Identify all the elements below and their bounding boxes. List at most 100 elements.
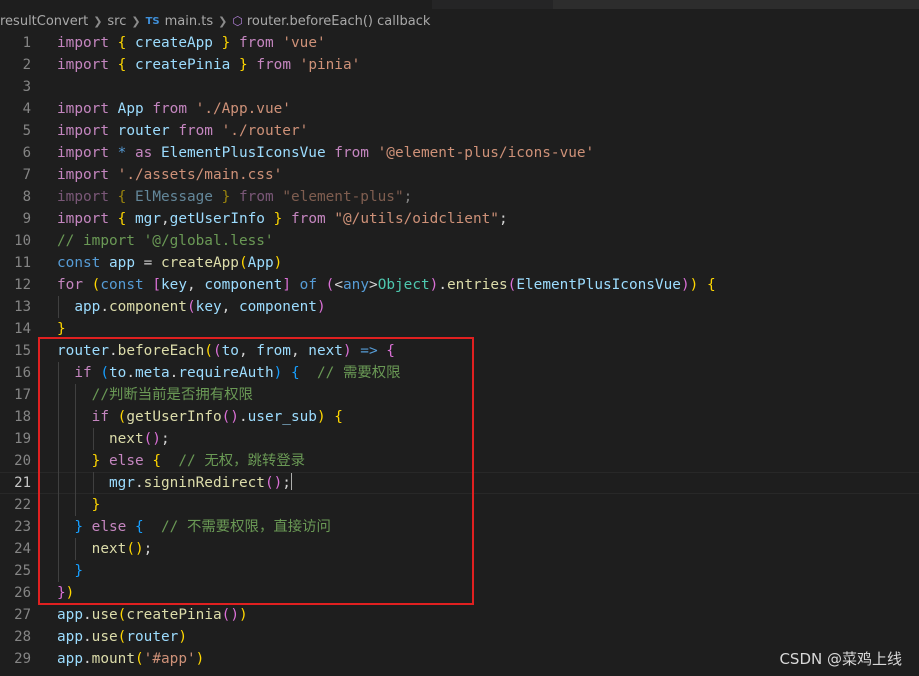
code-line[interactable]: 20 } else { // 无权，跳转登录	[0, 450, 919, 472]
code-line[interactable]: 4 import App from './App.vue'	[0, 98, 919, 120]
code-token: .	[126, 365, 135, 381]
breadcrumb-file[interactable]: TS main.ts	[146, 14, 214, 29]
code-line[interactable]: 2 import { createPinia } from 'pinia'	[0, 54, 919, 76]
code-line[interactable]: 6 import * as ElementPlusIconsVue from '@…	[0, 142, 919, 164]
line-number: 11	[14, 255, 31, 271]
code-token: ()	[143, 431, 161, 447]
code-token: )	[273, 365, 283, 381]
breadcrumb-folder-resultconvert[interactable]: resultConvert	[0, 14, 88, 29]
tab-inactive[interactable]	[553, 0, 919, 9]
code-line[interactable]: 5 import router from './router'	[0, 120, 919, 142]
code-token: for	[57, 277, 83, 293]
code-text: app.mount('#app')	[57, 648, 204, 670]
code-token: mount	[91, 651, 135, 667]
code-token: =>	[360, 343, 378, 359]
code-token: from	[256, 343, 291, 359]
code-line[interactable]: 14}	[0, 318, 919, 340]
code-line[interactable]: 28 app.use(router)	[0, 626, 919, 648]
code-line[interactable]: 7 import './assets/main.css'	[0, 164, 919, 186]
code-token: )	[680, 277, 690, 293]
breadcrumb-folder-src[interactable]: src	[107, 14, 126, 29]
code-token: // import '@/global.less'	[57, 233, 274, 249]
code-token: // 不需要权限，直接访问	[161, 519, 331, 535]
code-line[interactable]: 23 } else { // 不需要权限，直接访问	[0, 516, 919, 538]
code-token: {	[152, 453, 161, 469]
code-token: ElementPlusIconsVue	[161, 145, 326, 161]
code-text: mgr.signinRedirect();	[57, 472, 293, 494]
code-token: component	[238, 299, 317, 315]
code-token: (	[186, 299, 196, 315]
code-line[interactable]: 21 mgr.signinRedirect();	[0, 472, 919, 494]
code-line[interactable]: 12 for (const [key, component] of (<any>O…	[0, 274, 919, 296]
code-text: import './assets/main.css'	[57, 164, 282, 186]
code-line[interactable]: 9 import { mgr,getUserInfo } from "@/util…	[0, 208, 919, 230]
code-token: else	[109, 453, 144, 469]
code-editor[interactable]: 1 import { createApp } from 'vue' 2 import …	[0, 32, 919, 676]
code-line[interactable]: 19 next();	[0, 428, 919, 450]
tab-active[interactable]	[0, 0, 432, 9]
code-line[interactable]: 17 //判断当前是否拥有权限	[0, 384, 919, 406]
code-token: ,	[161, 211, 170, 227]
code-token: from	[239, 189, 274, 205]
line-number: 21	[14, 475, 31, 491]
code-line[interactable]: 22 }	[0, 494, 919, 516]
code-token: //判断当前是否拥有权限	[91, 387, 253, 403]
line-number: 5	[22, 123, 31, 139]
code-token: component	[204, 277, 283, 293]
code-token: createApp	[161, 255, 239, 271]
code-line[interactable]: 26})	[0, 582, 919, 604]
code-line[interactable]: 3	[0, 76, 919, 98]
code-line[interactable]: 27 app.use(createPinia())	[0, 604, 919, 626]
code-token: (	[212, 343, 222, 359]
code-token: app	[109, 255, 135, 271]
code-text: } else { // 无权，跳转登录	[57, 450, 305, 472]
code-line[interactable]: 24 next();	[0, 538, 919, 560]
code-token: router	[117, 123, 170, 139]
code-token: './assets/main.css'	[117, 167, 283, 183]
code-text: if (to.meta.requireAuth) { // 需要权限	[57, 362, 400, 384]
breadcrumb-symbol[interactable]: ⬡ router.beforeEach() callback	[232, 14, 430, 29]
code-token: }	[238, 57, 248, 73]
code-token: ,	[187, 277, 205, 293]
code-token: if	[74, 365, 92, 381]
code-token: ]	[282, 277, 291, 293]
code-line[interactable]: 18 if (getUserInfo().user_sub) {	[0, 406, 919, 428]
code-line[interactable]: 1 import { createApp } from 'vue'	[0, 32, 919, 54]
code-line[interactable]: 10 // import '@/global.less'	[0, 230, 919, 252]
code-token: requireAuth	[178, 365, 274, 381]
line-number: 4	[22, 101, 31, 117]
code-token: '#app'	[143, 651, 196, 667]
code-line[interactable]: 25 }	[0, 560, 919, 582]
code-token: from	[178, 123, 213, 139]
code-token: ;	[403, 189, 413, 205]
code-text: })	[57, 582, 74, 604]
code-line[interactable]: 16 if (to.meta.requireAuth) { // 需要权限	[0, 362, 919, 384]
line-number: 3	[22, 79, 31, 95]
code-line[interactable]: 15 router.beforeEach((to, from, next) => …	[0, 340, 919, 362]
line-number: 22	[14, 497, 31, 513]
code-line[interactable]: 11 const app = createApp(App)	[0, 252, 919, 274]
code-token: .	[83, 607, 92, 623]
code-line[interactable]: 8 import { ElMessage } from "element-plus…	[0, 186, 919, 208]
code-text: next();	[57, 538, 153, 560]
line-number: 15	[14, 343, 31, 359]
code-token: as	[135, 145, 153, 161]
code-line[interactable]: 13 app.component(key, component)	[0, 296, 919, 318]
